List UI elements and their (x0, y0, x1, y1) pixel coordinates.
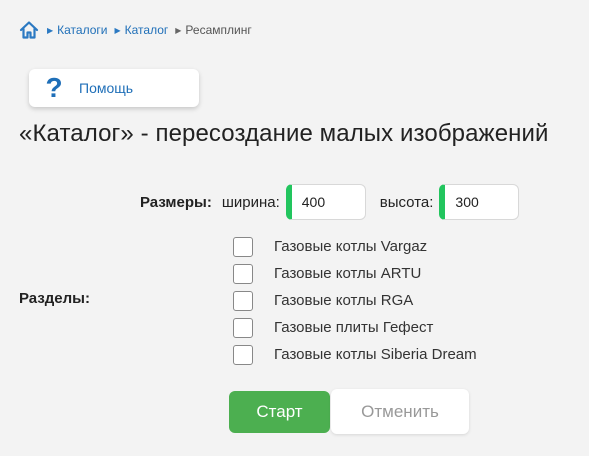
sections-list: Газовые котлы Vargaz Газовые котлы ARTU … (233, 233, 477, 368)
section-label: Газовые котлы RGA (274, 292, 414, 309)
question-icon: ? (45, 72, 63, 103)
section-label: Газовые плиты Гефест (274, 319, 434, 336)
section-checkbox[interactable] (233, 317, 253, 338)
section-checkbox[interactable] (233, 263, 253, 284)
breadcrumb-item-catalogs: ▶ Каталоги (47, 23, 114, 37)
start-button[interactable]: Старт (229, 391, 330, 433)
breadcrumb-item-catalog: ▶ Каталог (114, 23, 175, 37)
sizes-label: Размеры: (140, 193, 212, 211)
section-label: Газовые котлы Vargaz (274, 238, 428, 255)
sizes-row: Размеры: ширина: высота: (140, 182, 520, 222)
triangle-right-icon: ▶ (47, 25, 54, 35)
home-icon[interactable] (19, 20, 39, 40)
width-label: ширина: (221, 193, 280, 211)
breadcrumb-link-catalogs[interactable]: Каталоги (57, 23, 107, 37)
width-input[interactable] (285, 184, 366, 220)
section-label: Газовые котлы Siberia Dream (274, 346, 477, 363)
section-checkbox[interactable] (233, 344, 253, 365)
section-label: Газовые котлы ARTU (274, 265, 422, 282)
triangle-right-icon: ▶ (114, 25, 121, 35)
section-checkbox[interactable] (233, 236, 253, 257)
list-item: Газовые котлы Siberia Dream (233, 341, 477, 368)
help-button[interactable]: ? Помощь (29, 69, 199, 107)
section-checkbox[interactable] (233, 290, 253, 311)
page-title: «Каталог» - пересоздание малых изображен… (19, 120, 549, 147)
cancel-button[interactable]: Отменить (331, 389, 469, 434)
breadcrumb-current: Ресамплинг (185, 23, 252, 37)
triangle-right-icon: ▶ (175, 25, 182, 35)
height-label: высота: (379, 193, 434, 211)
list-item: Газовые плиты Гефест (233, 314, 477, 341)
breadcrumb: ▶ Каталоги ▶ Каталог ▶ Ресамплинг (19, 19, 252, 41)
list-item: Газовые котлы ARTU (233, 260, 477, 287)
sections-label: Разделы: (19, 290, 90, 307)
breadcrumb-link-catalog[interactable]: Каталог (125, 23, 169, 37)
breadcrumb-item-current: ▶ Ресамплинг (175, 23, 251, 37)
list-item: Газовые котлы Vargaz (233, 233, 477, 260)
height-input[interactable] (439, 184, 520, 220)
help-label: Помощь (79, 80, 134, 96)
list-item: Газовые котлы RGA (233, 287, 477, 314)
